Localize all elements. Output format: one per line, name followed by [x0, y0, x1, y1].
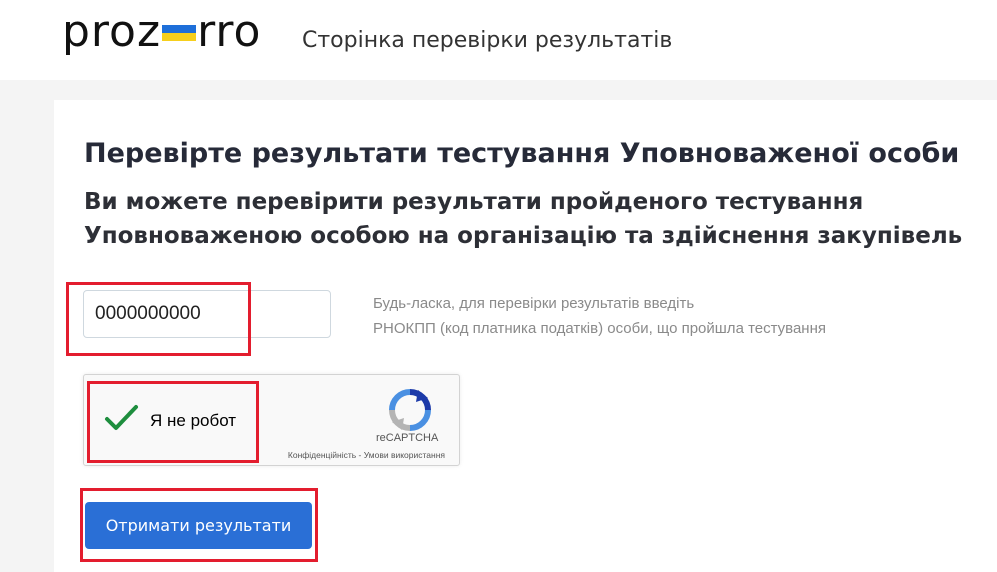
- rnokpp-input[interactable]: [83, 290, 331, 338]
- recaptcha-brand: reCAPTCHA: [376, 432, 439, 444]
- get-results-button[interactable]: Отримати результати: [85, 502, 312, 549]
- ukraine-flag-icon: [162, 25, 197, 41]
- checkmark-icon[interactable]: [103, 400, 139, 436]
- input-hint: Будь-ласка, для перевірки результатів вв…: [373, 291, 973, 341]
- logo-text-left: proz: [62, 6, 162, 57]
- page-title: Перевірте результати тестування Уповнова…: [84, 138, 960, 169]
- page-subtitle: Сторінка перевірки результатів: [302, 28, 673, 53]
- logo-text-right: rro: [197, 6, 262, 57]
- page-description: Ви можете перевірити результати пройдено…: [84, 189, 963, 249]
- recaptcha-logo-icon: [389, 389, 431, 431]
- hint-line-1: Будь-ласка, для перевірки результатів вв…: [373, 295, 695, 312]
- prozorro-logo[interactable]: proz rro: [62, 6, 261, 58]
- recaptcha-label: Я не робот: [150, 411, 237, 430]
- recaptcha-links[interactable]: Конфіденційність - Умови використання: [240, 450, 445, 460]
- hint-line-2: РНОКПП (код платника податків) особи, що…: [373, 320, 826, 337]
- header: proz rro Сторінка перевірки результатів: [0, 0, 997, 80]
